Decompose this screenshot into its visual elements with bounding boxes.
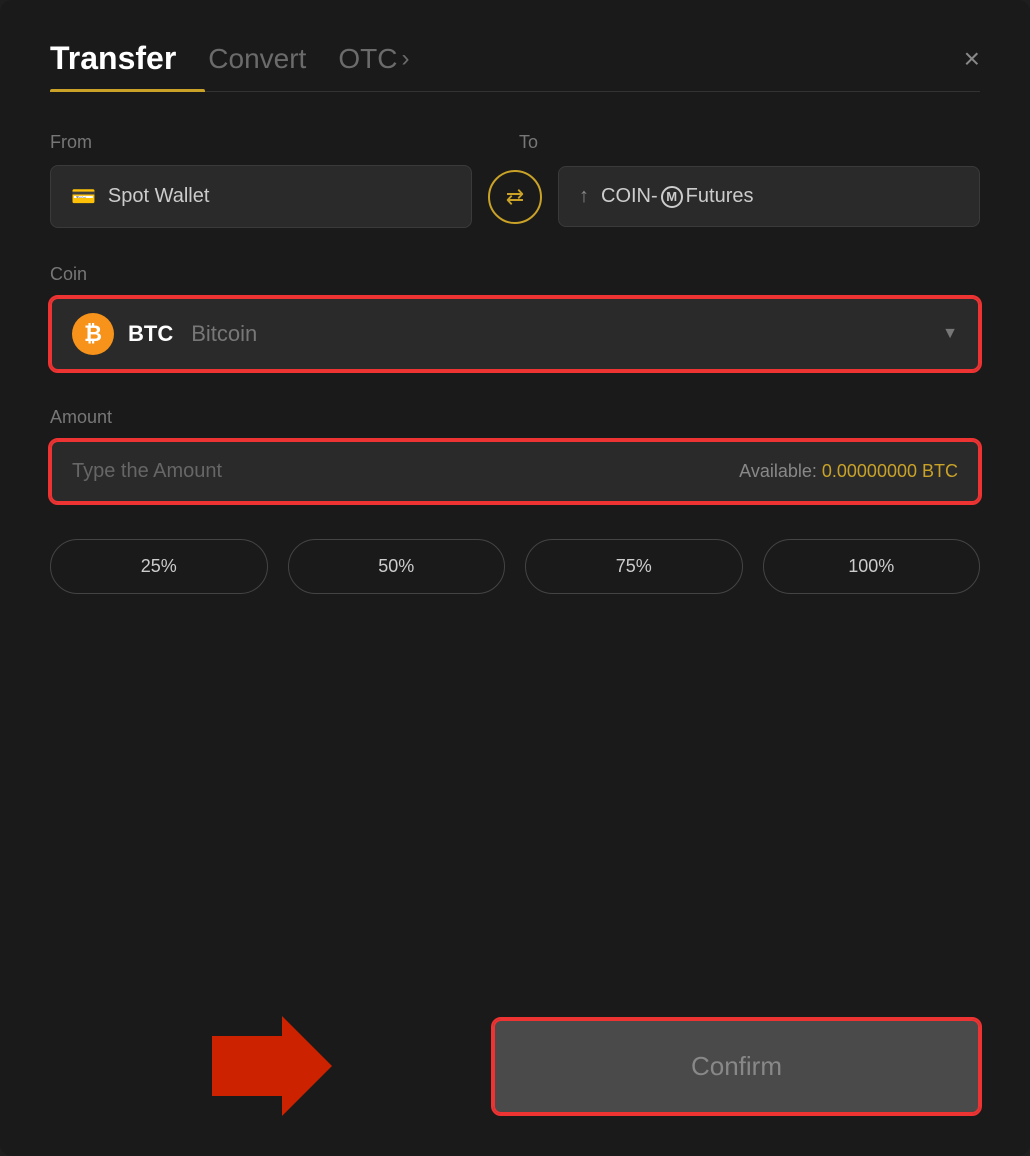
pct-50-button[interactable]: 50% (288, 539, 506, 594)
close-button[interactable]: × (964, 45, 980, 73)
available-text: Available: 0.00000000 BTC (739, 461, 958, 482)
amount-label: Amount (50, 407, 980, 428)
pct-100-button[interactable]: 100% (763, 539, 981, 594)
from-to-inputs: 💳 Spot Wallet ⇄ ↑ COIN-M Futures (50, 165, 980, 228)
from-label: From (50, 132, 511, 153)
coin-label: Coin (50, 264, 980, 285)
bottom-area: Confirm (50, 996, 980, 1116)
amount-input[interactable] (72, 460, 515, 483)
confirm-button[interactable]: Confirm (493, 1019, 980, 1114)
to-wallet-selector[interactable]: ↑ COIN-M Futures (558, 166, 980, 227)
btc-icon: ₿ (72, 313, 114, 355)
futures-icon: ↑ (579, 185, 589, 208)
pct-75-button[interactable]: 75% (525, 539, 743, 594)
from-to-labels: From To (50, 132, 980, 153)
active-tab-indicator (50, 89, 205, 92)
coin-selector[interactable]: ₿ BTC Bitcoin ▼ (50, 297, 980, 371)
coin-section: Coin ₿ BTC Bitcoin ▼ (50, 264, 980, 371)
tab-convert[interactable]: Convert (208, 43, 306, 75)
red-arrow-icon (212, 1016, 332, 1116)
to-label: To (511, 132, 980, 153)
tab-otc[interactable]: OTC › (338, 43, 409, 75)
arrow-indicator (50, 1016, 493, 1116)
coin-symbol: BTC (128, 321, 173, 347)
tab-underline-row (50, 89, 980, 92)
futures-label: COIN-M Futures (601, 185, 753, 208)
pct-25-button[interactable]: 25% (50, 539, 268, 594)
amount-section: Amount Available: 0.00000000 BTC (50, 407, 980, 503)
coin-chevron-icon: ▼ (942, 325, 958, 343)
transfer-modal: Transfer Convert OTC › × From To 💳 Spot … (0, 0, 1030, 1156)
modal-header: Transfer Convert OTC › × (50, 40, 980, 77)
swap-button[interactable]: ⇄ (488, 170, 542, 224)
coin-name: Bitcoin (191, 321, 257, 347)
from-wallet-selector[interactable]: 💳 Spot Wallet (50, 165, 472, 228)
percentage-buttons-row: 25% 50% 75% 100% (50, 539, 980, 594)
amount-box: Available: 0.00000000 BTC (50, 440, 980, 503)
spot-wallet-label: Spot Wallet (108, 185, 210, 208)
available-amount: 0.00000000 BTC (822, 461, 958, 481)
futures-m-badge: M (661, 186, 683, 208)
swap-icon: ⇄ (506, 184, 524, 210)
from-to-section: From To 💳 Spot Wallet ⇄ ↑ COIN-M Futures (50, 132, 980, 228)
tab-transfer[interactable]: Transfer (50, 40, 176, 77)
wallet-icon: 💳 (71, 184, 96, 209)
otc-chevron-icon: › (401, 45, 409, 73)
